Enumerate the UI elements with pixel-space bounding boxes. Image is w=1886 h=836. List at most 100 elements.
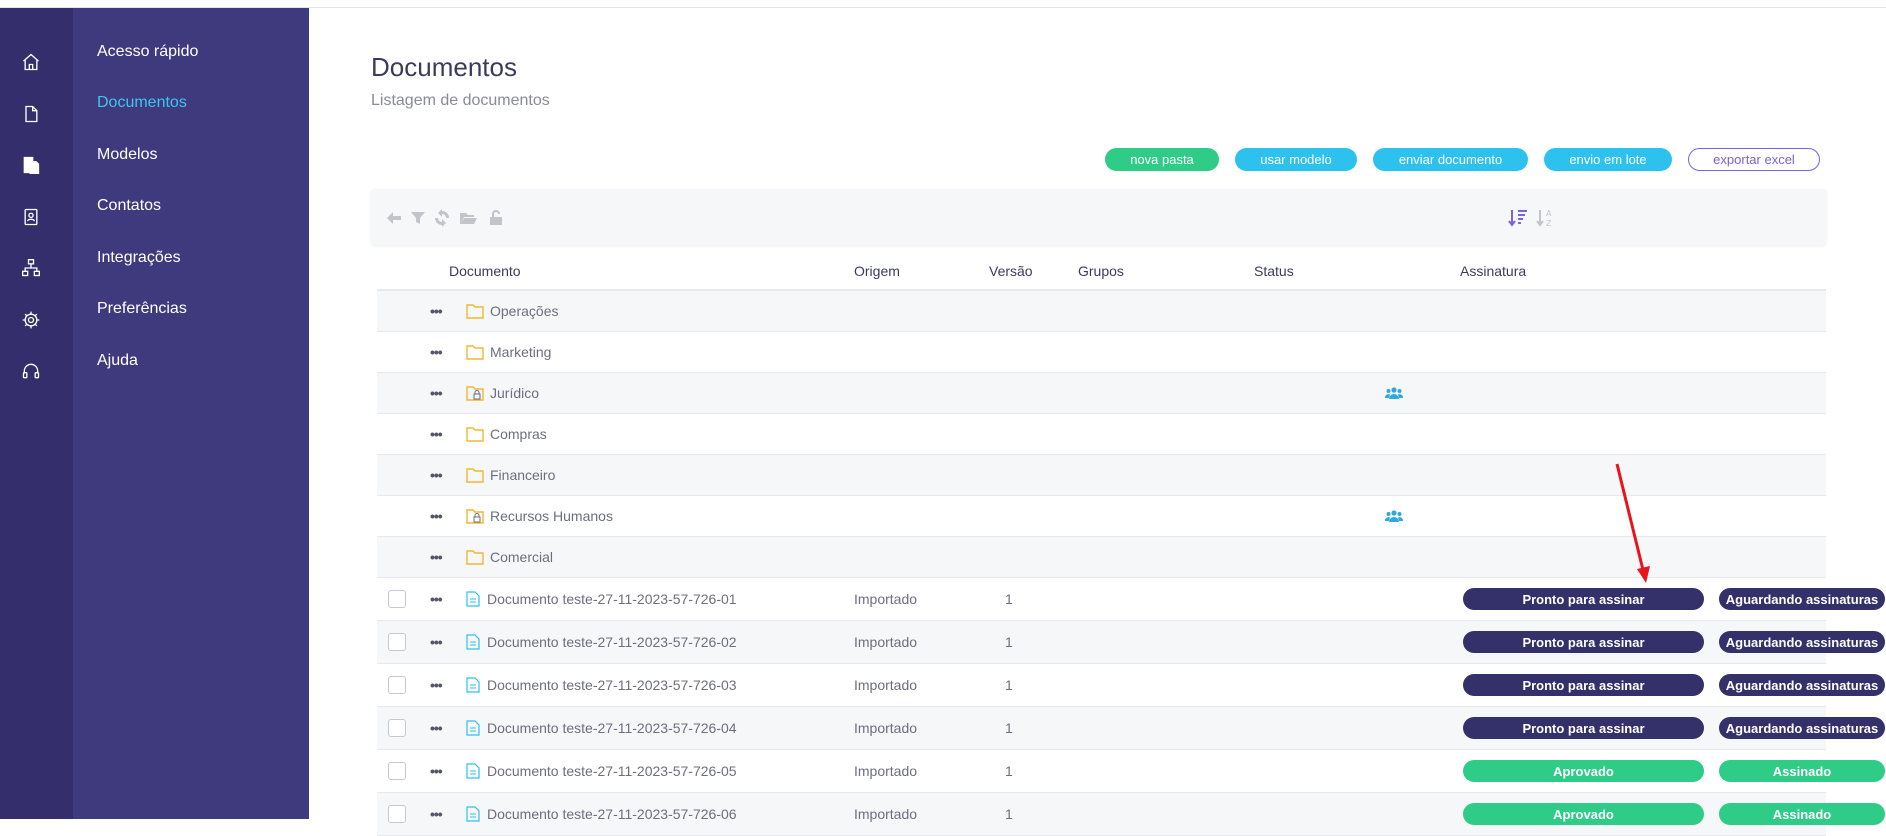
open-folder-icon[interactable] [459,209,477,227]
signature-badge: Aguardando assinaturas [1719,631,1885,653]
header-grupos[interactable]: Grupos [1078,263,1124,279]
row-checkbox[interactable] [388,719,406,737]
signature-badge: Assinado [1719,803,1885,825]
home-icon[interactable] [20,51,42,73]
row-menu-button[interactable]: ••• [430,549,443,565]
signature-badge: Aguardando assinaturas [1719,674,1885,696]
row-menu-button[interactable]: ••• [430,677,443,693]
header-origem[interactable]: Origem [854,263,900,279]
document-file-icon [466,806,480,822]
folder-name[interactable]: Marketing [490,344,551,360]
document-name[interactable]: Documento teste-27-11-2023-57-726-05 [487,763,737,779]
origem-cell: Importado [854,763,918,779]
folder-row[interactable]: ••• Marketing [377,332,1826,373]
document-row[interactable]: ••• Documento teste-27-11-2023-57-726-05… [377,750,1885,793]
sidebar-item-contatos[interactable]: Contatos [97,197,161,215]
sidebar-item-ajuda[interactable]: Ajuda [97,352,138,370]
row-menu-button[interactable]: ••• [430,720,443,736]
folder-name[interactable]: Compras [490,426,547,442]
envio-em-lote-button[interactable]: envio em lote [1544,148,1672,171]
origem-cell: Importado [854,634,918,650]
groups-icon[interactable] [1385,386,1403,400]
document-row[interactable]: ••• Documento teste-27-11-2023-57-726-01… [377,578,1885,621]
header-versao[interactable]: Versão [989,263,1033,279]
sidebar-item-integracoes[interactable]: Integrações [97,249,181,267]
row-menu-button[interactable]: ••• [430,426,443,442]
row-menu-button[interactable]: ••• [430,763,443,779]
integrations-icon[interactable] [20,257,42,279]
gear-icon[interactable] [20,309,42,331]
exportar-excel-button[interactable]: exportar excel [1688,148,1820,171]
svg-text:Z: Z [1546,219,1552,228]
document-name[interactable]: Documento teste-27-11-2023-57-726-02 [487,634,737,650]
row-menu-button[interactable]: ••• [430,385,443,401]
folder-row[interactable]: ••• Compras [377,414,1826,455]
header-assinatura[interactable]: Assinatura [1460,263,1526,279]
top-bar [0,0,1886,8]
folder-name[interactable]: Financeiro [490,467,555,483]
usar-modelo-button[interactable]: usar modelo [1235,148,1357,171]
sidebar-item-modelos[interactable]: Modelos [97,146,157,164]
row-menu-button[interactable]: ••• [430,467,443,483]
folder-row[interactable]: ••• Jurídico [377,373,1826,414]
folder-row[interactable]: ••• Comercial [377,537,1826,578]
status-badge: Aprovado [1463,760,1704,782]
row-checkbox[interactable] [388,676,406,694]
sidebar-item-acesso-rapido[interactable]: Acesso rápido [97,43,198,61]
refresh-icon[interactable] [433,209,451,227]
document-icon[interactable] [20,103,42,125]
sidebar-nav: Acesso rápido Documentos Modelos Contato… [73,8,309,819]
document-file-icon [466,720,480,736]
row-checkbox[interactable] [388,590,406,608]
back-arrow-icon[interactable] [385,209,403,227]
sort-az-icon[interactable]: AZ [1535,207,1557,229]
folder-icon [466,468,484,483]
svg-text:A: A [1546,209,1552,218]
folder-row[interactable]: ••• Financeiro [377,455,1826,496]
nova-pasta-button[interactable]: nova pasta [1105,148,1219,171]
row-checkbox[interactable] [388,805,406,823]
page-title: Documentos [371,52,517,82]
header-status[interactable]: Status [1254,263,1294,279]
origem-cell: Importado [854,806,918,822]
document-row[interactable]: ••• Documento teste-27-11-2023-57-726-02… [377,621,1885,664]
row-checkbox[interactable] [388,633,406,651]
row-menu-button[interactable]: ••• [430,634,443,650]
document-row[interactable]: ••• Documento teste-27-11-2023-57-726-03… [377,664,1885,707]
document-name[interactable]: Documento teste-27-11-2023-57-726-04 [487,720,737,736]
folder-name[interactable]: Recursos Humanos [490,508,613,524]
row-menu-button[interactable]: ••• [430,806,443,822]
document-row[interactable]: ••• Documento teste-27-11-2023-57-726-06… [377,793,1885,836]
header-documento[interactable]: Documento [449,263,521,279]
folder-row[interactable]: ••• Operações [377,291,1826,332]
folder-icon [466,304,484,319]
headset-icon[interactable] [20,360,42,382]
document-name[interactable]: Documento teste-27-11-2023-57-726-06 [487,806,737,822]
row-menu-button[interactable]: ••• [430,508,443,524]
row-checkbox[interactable] [388,762,406,780]
unlock-icon[interactable] [487,209,505,227]
row-menu-button[interactable]: ••• [430,303,443,319]
document-name[interactable]: Documento teste-27-11-2023-57-726-03 [487,677,737,693]
folder-name[interactable]: Jurídico [490,385,539,401]
origem-cell: Importado [854,677,918,693]
versao-cell: 1 [1005,591,1013,607]
filter-icon[interactable] [409,209,427,227]
templates-icon[interactable] [20,154,42,176]
groups-icon[interactable] [1385,509,1403,523]
folder-row[interactable]: ••• Recursos Humanos [377,496,1826,537]
status-badge: Aprovado [1463,803,1704,825]
row-menu-button[interactable]: ••• [430,344,443,360]
enviar-documento-button[interactable]: enviar documento [1373,148,1528,171]
document-name[interactable]: Documento teste-27-11-2023-57-726-01 [487,591,737,607]
sidebar-item-preferencias[interactable]: Preferências [97,300,187,318]
folder-name[interactable]: Operações [490,303,558,319]
document-file-icon [466,634,480,650]
action-buttons: nova pasta usar modelo enviar documento … [1105,148,1820,171]
row-menu-button[interactable]: ••• [430,591,443,607]
sidebar-item-documentos[interactable]: Documentos [97,94,187,112]
folder-name[interactable]: Comercial [490,549,553,565]
document-row[interactable]: ••• Documento teste-27-11-2023-57-726-04… [377,707,1885,750]
contacts-icon[interactable] [20,206,42,228]
sort-desc-icon[interactable] [1507,207,1529,229]
